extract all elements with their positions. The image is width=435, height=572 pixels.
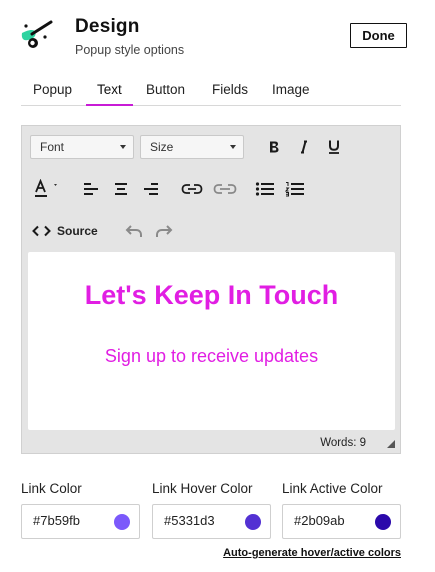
tab-label: Popup: [33, 82, 73, 97]
chevron-down-icon: [120, 145, 126, 149]
link-active-color-field[interactable]: [282, 504, 401, 539]
link-color-input[interactable]: [33, 513, 103, 528]
editor-content[interactable]: Let's Keep In Touch Sign up to receive u…: [28, 252, 395, 430]
tab-button[interactable]: Button: [146, 82, 185, 106]
link-color-group: Link Color: [21, 481, 140, 539]
link-hover-color-input[interactable]: [164, 513, 234, 528]
link-active-color-label: Link Active Color: [282, 481, 383, 496]
source-button[interactable]: Source: [32, 221, 98, 241]
bold-icon[interactable]: [263, 136, 285, 158]
numbered-list-icon[interactable]: [284, 178, 306, 200]
tab-fields[interactable]: Fields: [212, 82, 248, 106]
link-hover-color-group: Link Hover Color: [152, 481, 271, 539]
page-subtitle: Popup style options: [75, 43, 185, 57]
underline-icon[interactable]: [323, 136, 345, 158]
content-heading[interactable]: Let's Keep In Touch: [28, 280, 395, 311]
content-subheading[interactable]: Sign up to receive updates: [28, 346, 395, 367]
color-swatch-icon[interactable]: [375, 514, 391, 530]
undo-icon[interactable]: [123, 220, 145, 242]
paint-brush-icon: [21, 20, 53, 48]
auto-generate-colors-link[interactable]: Auto-generate hover/active colors: [223, 547, 401, 559]
tab-image[interactable]: Image: [272, 82, 310, 106]
chevron-down-icon: [230, 145, 236, 149]
resize-handle-icon[interactable]: [387, 440, 395, 448]
link-color-field[interactable]: [21, 504, 140, 539]
align-left-icon[interactable]: [80, 178, 102, 200]
tab-label: Text: [97, 82, 122, 97]
page-title: Design: [75, 16, 140, 37]
source-label: Source: [57, 224, 98, 238]
size-select-value: Size: [150, 140, 174, 154]
link-icon[interactable]: [181, 178, 203, 200]
source-code-icon: [32, 225, 51, 237]
redo-icon[interactable]: [153, 220, 175, 242]
link-hover-color-field[interactable]: [152, 504, 271, 539]
rich-text-editor: Font Size Source Let's Keep In Touch Sig…: [21, 125, 401, 454]
tab-label: Fields: [212, 82, 249, 97]
header: Design Popup style options Done: [0, 0, 435, 70]
done-button[interactable]: Done: [350, 23, 407, 48]
unlink-icon[interactable]: [212, 178, 238, 200]
color-swatch-icon[interactable]: [114, 514, 130, 530]
bullet-list-icon[interactable]: [254, 178, 276, 200]
link-active-color-input[interactable]: [294, 513, 364, 528]
word-count: Words: 9: [320, 437, 366, 449]
align-right-icon[interactable]: [140, 178, 162, 200]
size-select[interactable]: Size: [140, 135, 244, 159]
font-select[interactable]: Font: [30, 135, 134, 159]
tab-label: Button: [146, 82, 186, 97]
font-select-value: Font: [40, 140, 65, 154]
align-center-icon[interactable]: [110, 178, 132, 200]
link-active-color-group: Link Active Color: [282, 481, 401, 539]
tab-text[interactable]: Text: [86, 82, 133, 106]
tab-bar: Popup Text Button Fields Image: [21, 78, 401, 106]
italic-icon[interactable]: [293, 136, 315, 158]
text-color-icon[interactable]: [31, 178, 65, 200]
link-color-label: Link Color: [21, 481, 82, 496]
tab-label: Image: [272, 82, 310, 97]
color-swatch-icon[interactable]: [245, 514, 261, 530]
tab-popup[interactable]: Popup: [33, 82, 72, 106]
link-hover-color-label: Link Hover Color: [152, 481, 253, 496]
